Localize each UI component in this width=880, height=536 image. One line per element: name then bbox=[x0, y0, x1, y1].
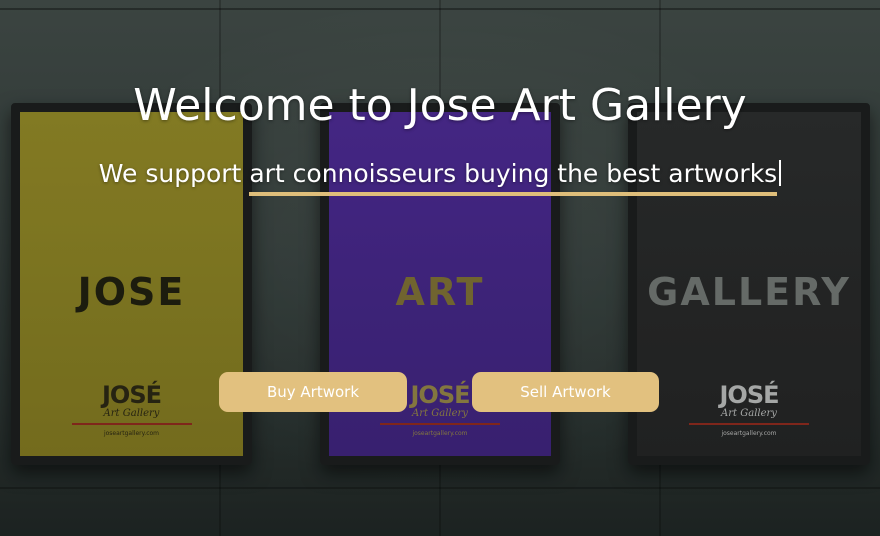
hero-section: JOSE JOSÉ Art Gallery joseartgallery.com… bbox=[0, 0, 880, 536]
typing-cursor bbox=[779, 160, 782, 186]
tagline-prefix: We support bbox=[98, 159, 250, 188]
hero-tagline: We support art connoisseurs buying the b… bbox=[0, 157, 880, 196]
typed-text: art connoisseurs buying the best artwork… bbox=[249, 157, 778, 196]
buy-artwork-button[interactable]: Buy Artwork bbox=[219, 372, 407, 412]
page-title: Welcome to Jose Art Gallery bbox=[133, 80, 747, 131]
sell-artwork-button[interactable]: Sell Artwork bbox=[472, 372, 659, 412]
